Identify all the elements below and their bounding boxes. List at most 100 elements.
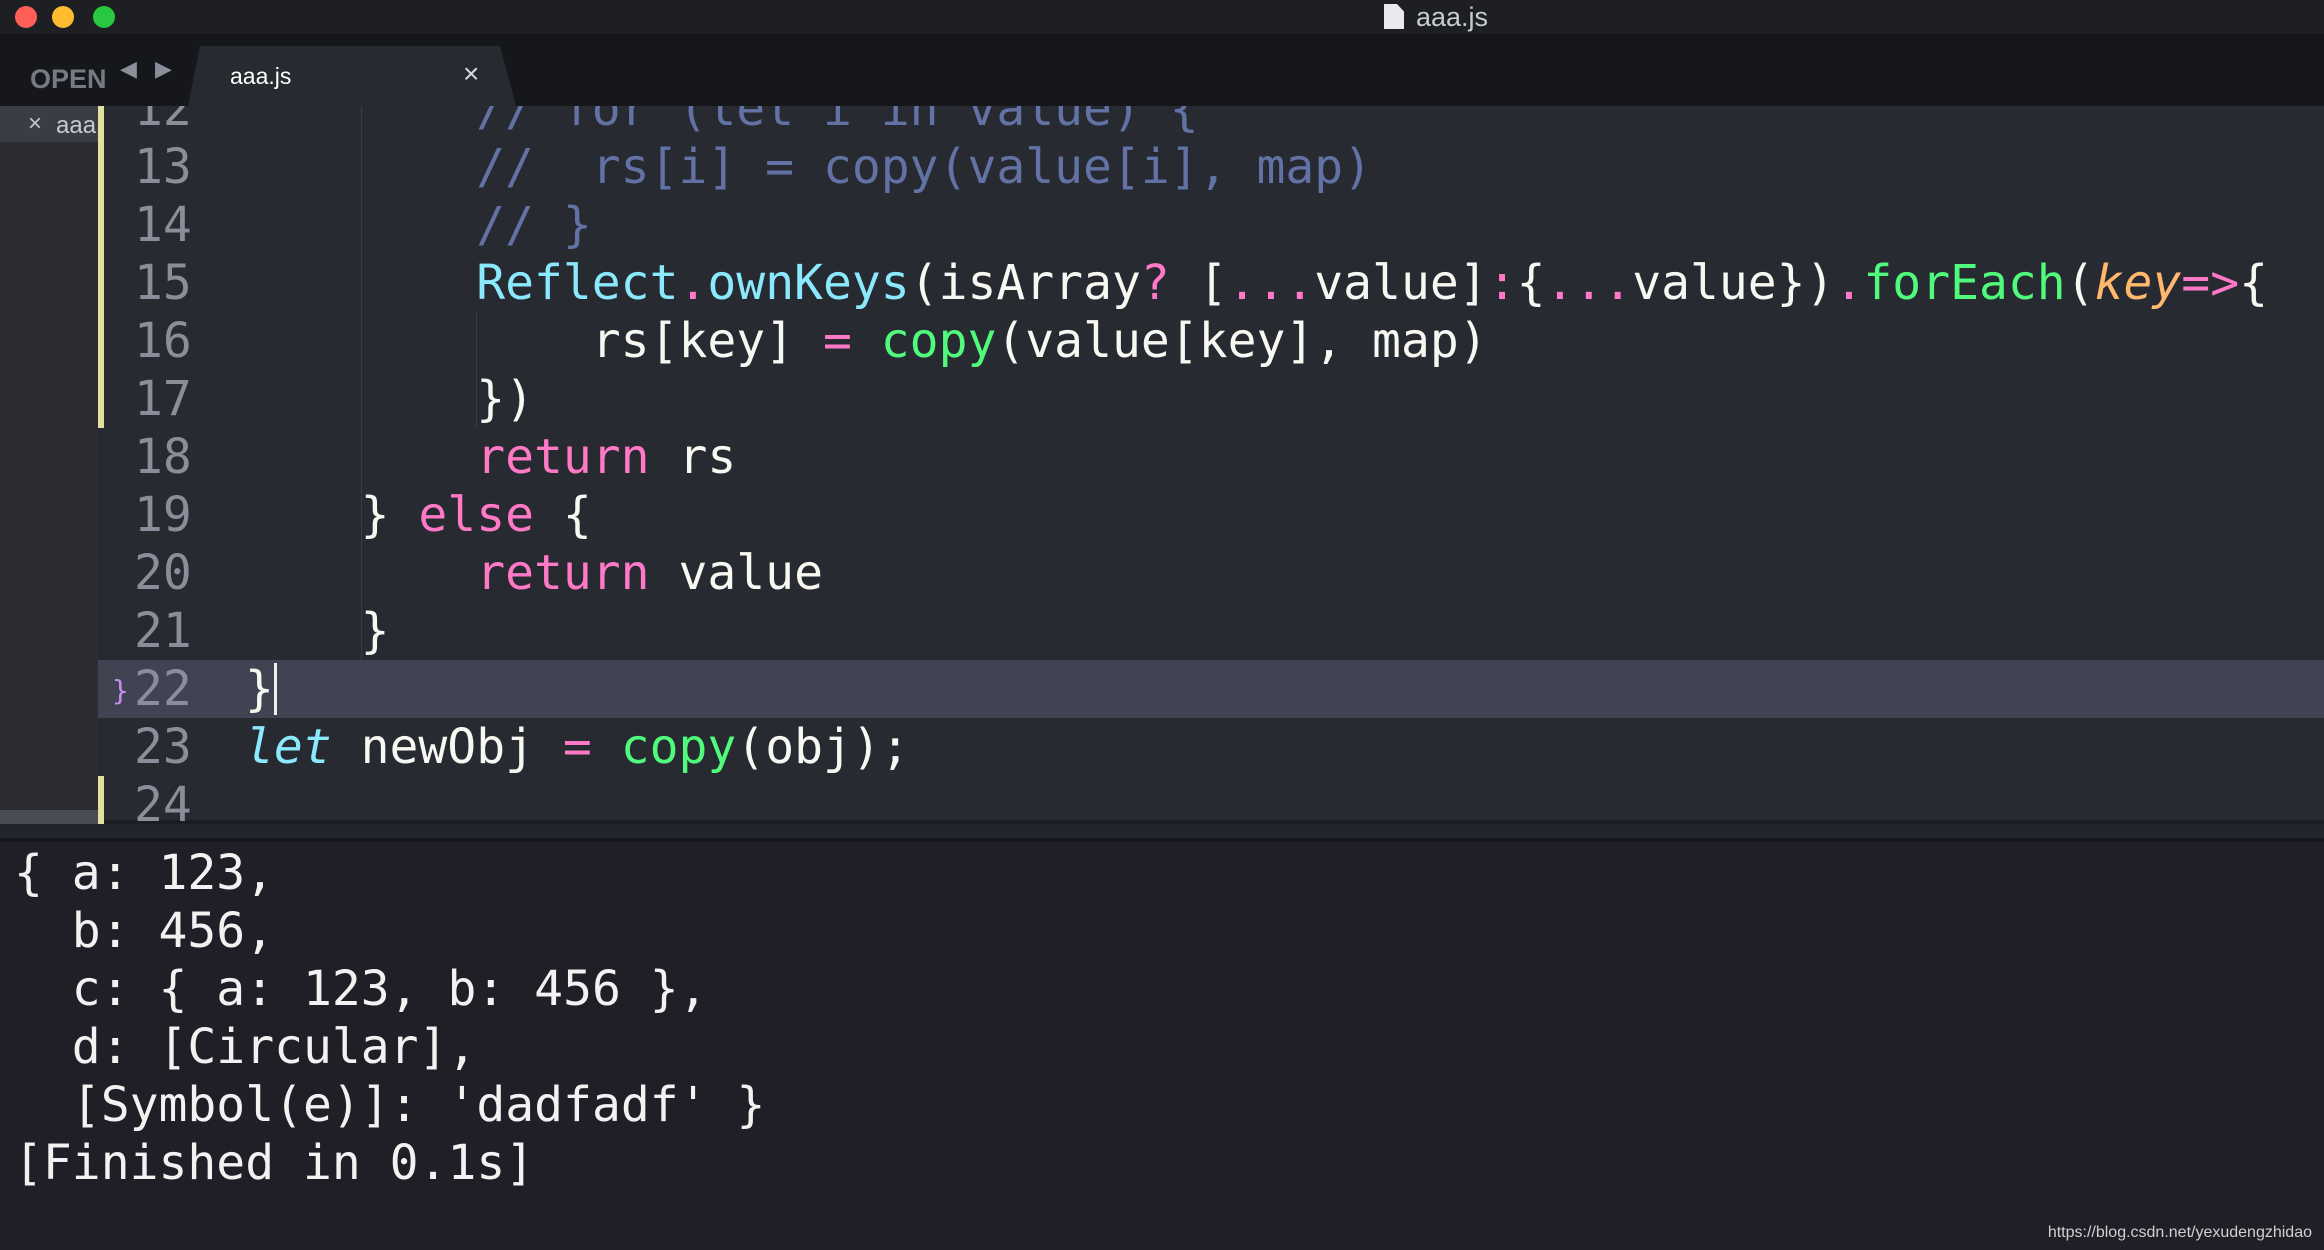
line-number: 20	[134, 545, 192, 601]
zoom-window-button[interactable]	[93, 6, 115, 28]
line-number: 22	[134, 661, 192, 717]
code-token: {	[1516, 255, 1546, 311]
line-number: 13	[134, 139, 192, 195]
code-editor[interactable]: 12 // for (let i in value) {13 // rs[i] …	[98, 106, 2324, 824]
code-line[interactable]: 18 return rs	[98, 428, 2324, 486]
code-token: // for (let i in value) {	[476, 106, 1199, 137]
indent-guide	[476, 312, 478, 428]
code-token: // }	[476, 197, 592, 253]
code-token: (	[2065, 255, 2095, 311]
code-line[interactable]: 12 // for (let i in value) {	[98, 106, 2324, 138]
code-line[interactable]: 23 let newObj = copy(obj);	[98, 718, 2324, 776]
minimize-window-button[interactable]	[52, 6, 74, 28]
sidebar-close-icon[interactable]: ×	[28, 110, 42, 138]
code-text: // for (let i in value) {	[245, 106, 1199, 138]
code-token: })	[245, 371, 534, 427]
code-text: return rs	[245, 428, 736, 486]
modified-line-marker	[98, 106, 104, 138]
code-token: :	[1487, 255, 1517, 311]
indent-guide	[360, 106, 362, 660]
line-number: 12	[134, 106, 192, 137]
close-window-button[interactable]	[15, 6, 37, 28]
tab-close-icon[interactable]: ×	[463, 58, 479, 90]
sidebar-item-aaa[interactable]: × aaa	[0, 106, 98, 142]
line-number: 17	[134, 371, 192, 427]
output-line: [Finished in 0.1s]	[14, 1135, 535, 1191]
tab-nav-arrows-icon[interactable]: ◀ ▶	[120, 56, 178, 82]
code-token: =	[822, 313, 852, 369]
code-token: =	[562, 719, 592, 775]
code-token: else	[418, 487, 534, 543]
modified-line-marker	[98, 312, 104, 370]
code-token: value]	[1314, 255, 1488, 311]
watermark: https://blog.csdn.net/yexudengzhidao	[2047, 1224, 2312, 1241]
line-number: 15	[134, 255, 192, 311]
window-title: aaa.js	[1384, 0, 1488, 34]
output-line: d: [Circular],	[14, 1019, 477, 1075]
modified-line-marker	[98, 370, 104, 428]
code-text: rs[key] = copy(value[key], map)	[245, 312, 1488, 370]
code-token: ownKeys	[707, 255, 910, 311]
code-text: // }	[245, 196, 592, 254]
code-line[interactable]: 13 // rs[i] = copy(value[i], map)	[98, 138, 2324, 196]
modified-line-marker	[98, 196, 104, 254]
code-token: copy	[620, 719, 737, 775]
line-number: 24	[134, 777, 192, 824]
sidebar-scrollbar[interactable]	[0, 810, 98, 824]
code-token: ?	[1140, 255, 1170, 311]
modified-line-marker	[98, 254, 104, 312]
code-token: (isArray	[909, 255, 1141, 311]
code-token: forEach	[1863, 255, 2066, 311]
output-line: [Symbol(e)]: 'dadfadf' }	[14, 1077, 766, 1133]
code-token: value	[649, 545, 823, 601]
code-line[interactable]: } 22}	[98, 660, 2324, 718]
code-token: let	[245, 719, 332, 775]
code-line[interactable]: 21 }	[98, 602, 2324, 660]
code-line[interactable]: 24	[98, 776, 2324, 824]
code-token: newObj	[331, 719, 563, 775]
code-line[interactable]: 20 return value	[98, 544, 2324, 602]
code-line[interactable]: 16 rs[key] = copy(value[key], map)	[98, 312, 2324, 370]
code-text: })	[245, 370, 534, 428]
tab-aaa-js[interactable]: aaa.js ×	[188, 46, 516, 106]
code-token: // rs[i] = copy(value[i], map)	[476, 139, 1373, 195]
line-number: 16	[134, 313, 192, 369]
file-icon	[1384, 4, 1404, 29]
code-token: return	[476, 545, 650, 601]
code-text: let newObj = copy(obj);	[245, 718, 910, 776]
text-cursor	[273, 663, 277, 715]
output-line: b: 456,	[14, 903, 275, 959]
tab-bar: OPEN ◀ ▶ aaa.js ×	[0, 34, 2324, 106]
code-line[interactable]: 15 Reflect.ownKeys(isArray? [...value]:{…	[98, 254, 2324, 312]
code-token: {	[2239, 255, 2268, 311]
open-files-label: OPEN	[30, 64, 107, 94]
code-line[interactable]: 19 } else {	[98, 486, 2324, 544]
line-number: 21	[134, 603, 192, 659]
line-number: 14	[134, 197, 192, 253]
code-line[interactable]: 14 // }	[98, 196, 2324, 254]
build-output-panel: https://blog.csdn.net/yexudengzhidao { a…	[0, 838, 2324, 1250]
code-text: } else {	[245, 486, 592, 544]
fold-indicator-icon[interactable]: }	[112, 662, 129, 720]
line-number: 23	[134, 719, 192, 775]
modified-line-marker	[98, 776, 104, 824]
line-number: 19	[134, 487, 192, 543]
code-line[interactable]: 17 })	[98, 370, 2324, 428]
code-text: // rs[i] = copy(value[i], map)	[245, 138, 1372, 196]
code-text: }	[245, 660, 274, 718]
window-title-text: aaa.js	[1416, 2, 1489, 32]
code-token: (value[key], map)	[996, 313, 1488, 369]
modified-line-marker	[98, 138, 104, 196]
code-token: value})	[1632, 255, 1835, 311]
sidebar: × aaa	[0, 106, 98, 824]
code-token: rs	[649, 429, 737, 485]
tab-label: aaa.js	[230, 63, 292, 89]
output-line: c: { a: 123, b: 456 },	[14, 961, 708, 1017]
line-number: 18	[134, 429, 192, 485]
code-token: }	[245, 661, 274, 717]
code-text: Reflect.ownKeys(isArray? [...value]:{...…	[245, 254, 2268, 312]
code-token: return	[476, 429, 650, 485]
code-token: }	[245, 603, 390, 659]
